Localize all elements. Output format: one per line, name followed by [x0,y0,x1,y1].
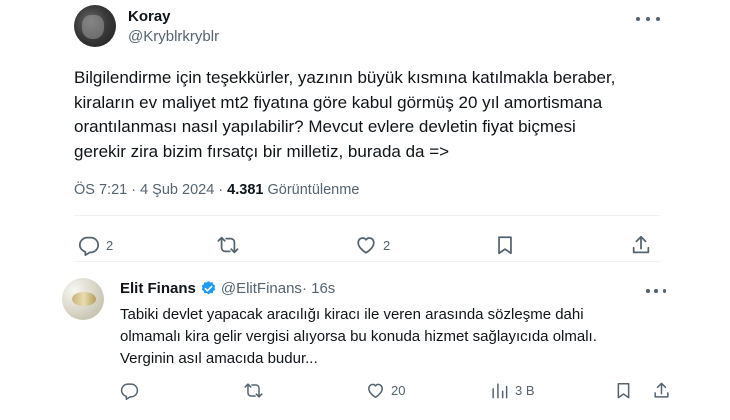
bookmark-icon [617,383,630,399]
like-icon [368,383,383,398]
views-icon [492,383,508,399]
more-icon[interactable] [636,10,660,28]
views-count: 4.381 [227,182,264,198]
reply-button[interactable]: 2 [78,234,113,256]
share-icon [654,382,669,398]
reply-icon [120,383,139,400]
reply-author-handle[interactable]: @ElitFinans [221,280,302,297]
meta-separator: · [127,182,141,198]
reply-text-line: olmamalı kira gelir vergisi alıyorsa bu … [120,328,597,345]
bookmark-button[interactable] [614,381,633,400]
share-button[interactable] [630,234,652,256]
avatar[interactable] [62,278,104,320]
retweet-icon [244,383,263,398]
tweet-text-line: gerekir zira bizim fırsatçı bir milletiz… [74,141,450,161]
author-name[interactable]: Koray [128,8,171,25]
reply-text-line: Verginin asıl amacıda budur... [120,350,318,367]
like-count: 2 [383,237,391,253]
like-button[interactable]: 20 [366,381,405,400]
verified-icon [201,281,216,295]
tweet-time[interactable]: ÖS 7:21 [74,182,127,198]
meta-separator: · [214,182,228,198]
reply-tweet[interactable]: Elit Finans @ElitFinans · 16s Tabiki dev… [0,262,730,420]
retweet-button[interactable] [217,234,239,256]
reply-count: 2 [106,237,114,253]
views-button[interactable]: 3 B [490,381,535,400]
share-icon [632,235,650,254]
like-icon [357,237,375,254]
like-count: 20 [391,383,406,398]
bookmark-button[interactable] [494,234,516,256]
reply-age[interactable]: · 16s [302,280,335,297]
divider [74,215,660,216]
bookmark-icon [498,236,512,255]
reply-button[interactable] [120,381,139,400]
tweet-meta: ÖS 7:21 · 4 Şub 2024 · 4.381 Görüntülenm… [74,182,359,198]
reply-author-name[interactable]: Elit Finans [120,280,196,297]
reply-icon [78,236,100,256]
share-button[interactable] [652,381,671,400]
views-count: 3 B [515,383,535,398]
reply-header: Elit Finans @ElitFinans · 16s [120,280,335,297]
more-icon[interactable] [646,284,666,298]
reply-text: Tabiki devlet yapacak aracılığı kiracı i… [120,304,660,370]
retweet-button[interactable] [244,381,263,400]
author-handle[interactable]: @Kryblrkryblr [128,28,219,45]
tweet-date[interactable]: 4 Şub 2024 [140,182,214,198]
tweet-text: Bilgilendirme için teşekkürler, yazının … [74,66,616,164]
views-label: Görüntülenme [263,182,360,198]
tweet-text-line: Bilgilendirme için teşekkürler, yazının … [74,68,616,87]
tweet-text-line: kiraların ev maliyet mt2 fiyatına göre k… [74,92,603,112]
retweet-icon [217,236,239,254]
reply-text-line: Tabiki devlet yapacak aracılığı kiracı i… [120,306,584,323]
like-button[interactable]: 2 [355,234,390,256]
main-tweet: Koray @Kryblrkryblr Bilgilendirme için t… [0,0,730,262]
tweet-text-line: orantılanması nasıl yapılabilir? Mevcut … [74,117,576,136]
avatar[interactable] [74,5,116,47]
